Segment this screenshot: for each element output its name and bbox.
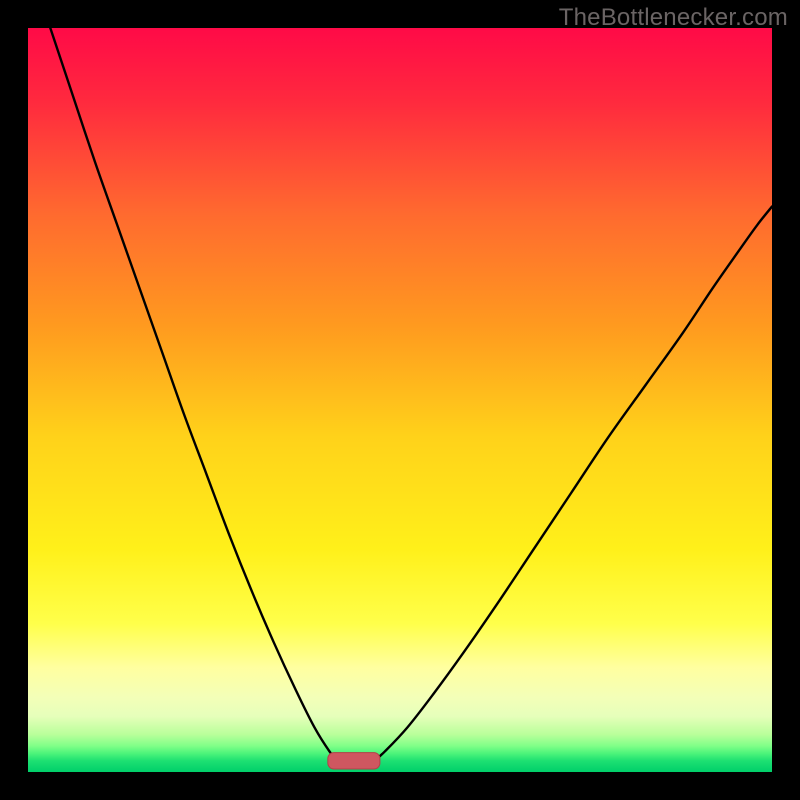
optimal-range-marker [328,753,380,769]
chart-frame [28,28,772,772]
gradient-background [28,28,772,772]
chart-svg [28,28,772,772]
watermark-text: TheBottlenecker.com [559,4,788,32]
